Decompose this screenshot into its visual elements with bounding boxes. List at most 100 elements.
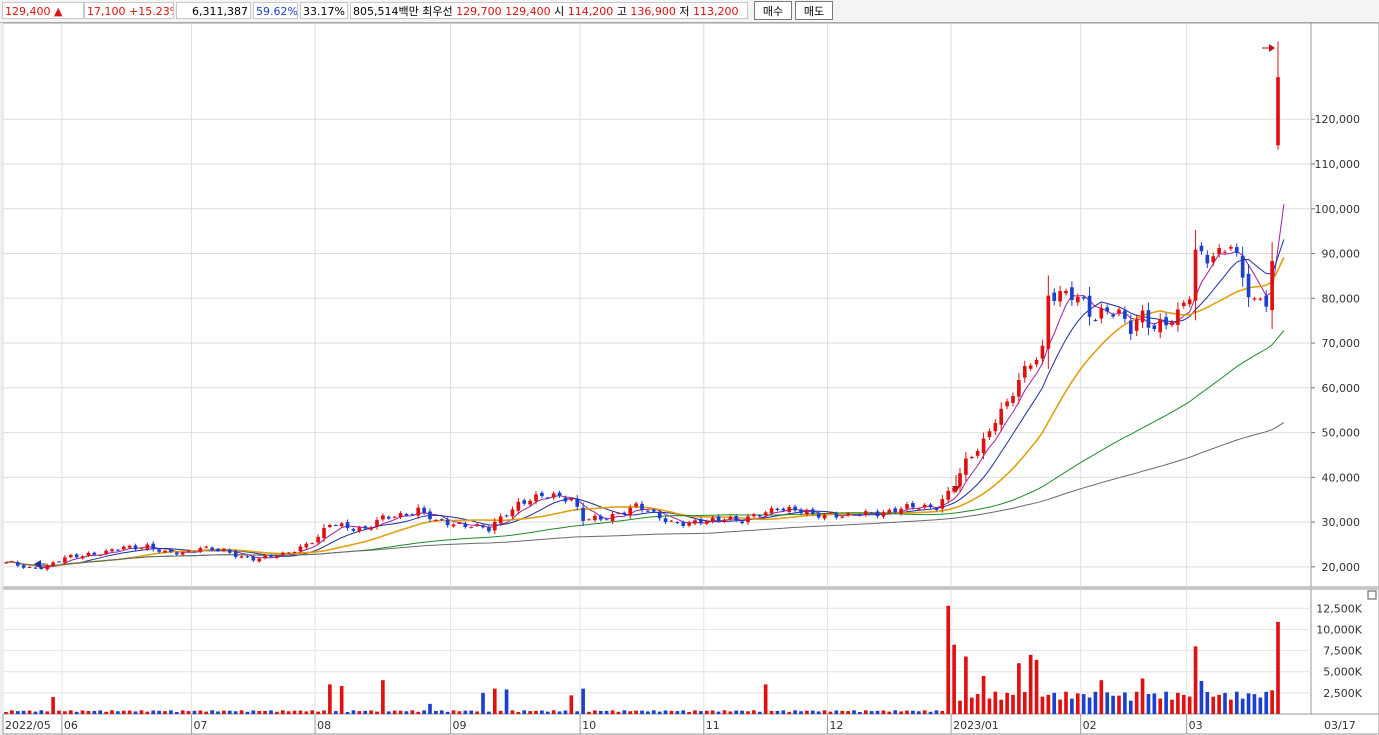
- candle-body: [163, 550, 167, 553]
- volume-bar: [1087, 697, 1092, 714]
- volume-bar: [1240, 698, 1245, 714]
- candle-body: [746, 516, 750, 523]
- ma20-legend: 20: [205, 25, 220, 38]
- candle-body: [1146, 310, 1151, 328]
- candle-body: [275, 555, 279, 558]
- volume-bar: [1123, 692, 1127, 714]
- candle-body: [210, 547, 214, 550]
- volume-bar: [157, 710, 161, 714]
- volume-bar: [810, 710, 815, 714]
- stock-name-box[interactable]: 레인보우로보틱스: [7, 24, 96, 41]
- candle-body: [328, 524, 332, 528]
- candle-body: [734, 516, 739, 521]
- volume-bar: [722, 710, 727, 714]
- price-tick-label: 110,000: [1315, 158, 1361, 171]
- candle-body: [640, 503, 644, 510]
- candlestick-chart[interactable]: 20,000 30,000 40,000 50,000 60,000 70,000 80,0…: [0, 0, 1379, 735]
- best-label: 최우선: [422, 5, 453, 18]
- volume-bar: [1028, 654, 1033, 714]
- volume-bar: [204, 711, 209, 714]
- candle-body: [675, 522, 680, 524]
- vol-ratio-box: 59.62%: [253, 2, 298, 19]
- buy-button[interactable]: 매수: [754, 1, 792, 20]
- volume-bar: [604, 710, 609, 714]
- volume-bar: [227, 710, 232, 714]
- low-annotation: 최저 19,300 (05/19): [46, 559, 153, 572]
- volume-bar: [98, 710, 103, 714]
- volume-bar: [269, 710, 273, 714]
- volume-bar: [169, 710, 173, 714]
- stock-name: 레인보우로보틱스: [11, 26, 92, 39]
- volume-bar: [1093, 691, 1098, 714]
- candle-body: [1264, 295, 1269, 307]
- candle-body: [1205, 254, 1210, 264]
- sell-button[interactable]: 매도: [795, 1, 833, 20]
- volume-bar: [445, 711, 450, 714]
- volume-bar: [180, 710, 185, 714]
- volume-bar: [410, 710, 415, 714]
- volume-bar: [333, 711, 338, 714]
- volume-bar: [251, 710, 256, 714]
- candle-body: [1128, 320, 1133, 335]
- candle-body: [593, 515, 597, 521]
- ma10-line: [5, 239, 1285, 567]
- price-change-pct: +15.23%: [129, 5, 173, 18]
- date-tick-label: 11: [706, 719, 720, 732]
- volume-bar: [928, 711, 933, 714]
- candle-body: [1005, 401, 1009, 407]
- candle-body: [1223, 251, 1227, 253]
- candle-body: [339, 523, 344, 527]
- high-arrow-icon: [1269, 44, 1275, 52]
- candle-body: [598, 516, 603, 520]
- volume-tick-label: 2,500K: [1323, 687, 1362, 700]
- volume-bar: [581, 688, 585, 714]
- candle-body: [457, 522, 462, 524]
- candle-body: [540, 492, 544, 497]
- candle-body: [475, 524, 479, 526]
- volume-panel-value: 6,311,387주(59.62%): [6, 605, 123, 618]
- volume-bar: [922, 710, 927, 714]
- volume-panel-bg: [2, 588, 1312, 715]
- volume-bar: [787, 711, 792, 714]
- volume-bar: [634, 710, 638, 714]
- candle-body: [1093, 320, 1098, 322]
- candle-body: [121, 546, 126, 550]
- volume-bar: [657, 711, 662, 714]
- grid-toggle-icon[interactable]: ▦: [7, 42, 20, 55]
- volume-bar: [80, 710, 85, 714]
- volume-bar: [1252, 694, 1257, 714]
- volume-bar: [1052, 692, 1057, 714]
- lc-value: LC:570.47: [1313, 24, 1370, 37]
- current-price-box: 129,400 ▲: [2, 2, 84, 19]
- volume-bar: [964, 656, 968, 714]
- candle-body: [669, 520, 674, 522]
- candle-body: [1176, 309, 1180, 325]
- candle-body: [392, 516, 397, 518]
- candle-body: [133, 545, 138, 550]
- volume-bar: [1223, 692, 1227, 714]
- volume-bar: [487, 711, 491, 714]
- candle-body: [1105, 307, 1110, 312]
- candle-body: [687, 522, 691, 526]
- volume-bar: [174, 711, 179, 714]
- candle-body: [1276, 77, 1280, 146]
- volume-bar: [292, 710, 297, 714]
- candle-body: [251, 556, 256, 561]
- volume-bar: [516, 711, 521, 714]
- candle-body: [86, 552, 91, 556]
- volume-bar: [999, 699, 1004, 714]
- hc-value: HC:-5.48: [1313, 37, 1362, 50]
- volume-bar: [1099, 680, 1104, 714]
- volume-bar: [381, 680, 385, 714]
- candle-body: [1211, 256, 1216, 263]
- volume-bar: [434, 710, 438, 714]
- volume-bar: [127, 710, 132, 714]
- candle-body: [952, 487, 956, 492]
- candle-body: [298, 546, 303, 552]
- candle-body: [1193, 249, 1198, 301]
- best-ask: 129,700: [456, 5, 502, 18]
- candle-body: [887, 509, 892, 513]
- candle-body: [1170, 322, 1174, 325]
- candle-body: [863, 511, 868, 515]
- volume-bar: [151, 710, 156, 714]
